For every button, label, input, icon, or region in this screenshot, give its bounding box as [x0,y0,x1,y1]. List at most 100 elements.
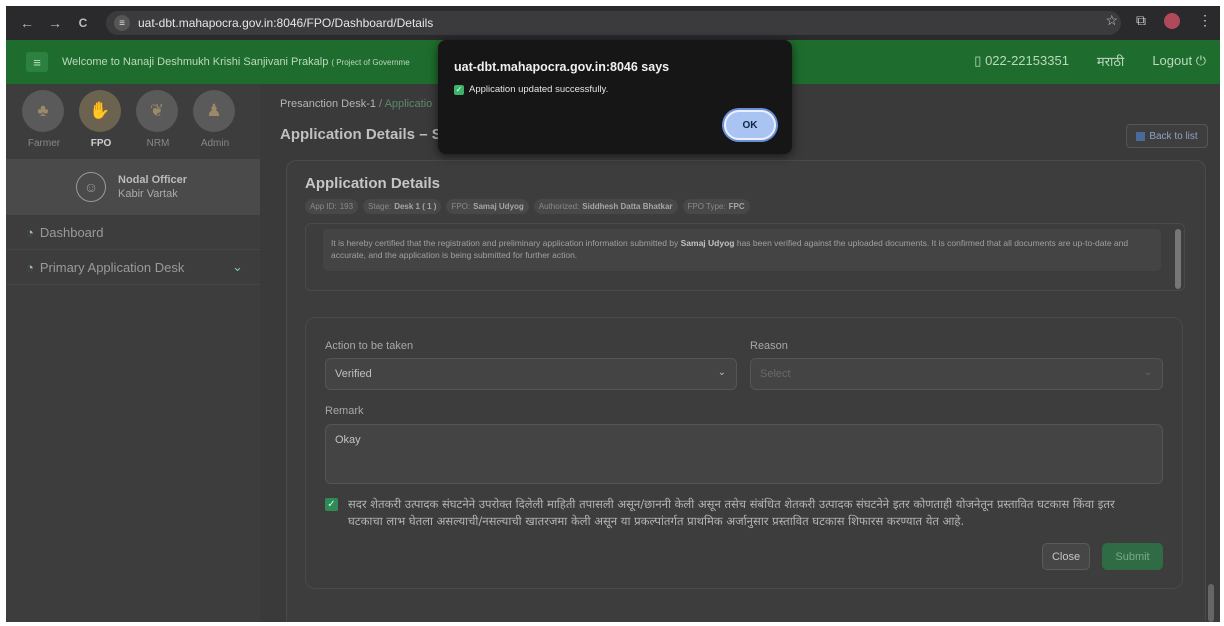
role-fpo[interactable]: ✋ FPO [79,90,123,149]
action-form: Action to be taken Reason Verified ⌄ Sele… [305,317,1183,589]
user-panel: ☺ Nodal Officer Kabir Vartak [6,159,260,215]
sidebar: ♣ Farmer ✋ FPO ❦ NRM ♟ Admin ☺ Nodal Officer… [6,84,260,622]
welcome-label: Welcome to Nanaji Deshmukh Krishi Sanjiv… [62,56,329,68]
breadcrumb-current: Applicatio [384,98,433,110]
chip-label: App ID: [310,202,337,211]
checkmark-icon: ✓ [454,84,464,95]
role-nrm[interactable]: ❦ NRM [136,90,180,149]
close-button[interactable]: Close [1042,543,1090,570]
fpo-icon: ✋ [79,90,121,132]
application-details-card: Application Details App ID: 193 Stage: Des… [286,160,1206,622]
dialog-message-text: Application updated successfully. [469,84,609,95]
back-to-list-label: Back to list [1149,130,1198,142]
welcome-subtitle: ( Project of Governme [331,58,410,67]
browser-toolbar: ← → C ≡ uat-dbt.mahapocra.gov.in:8046/FP… [6,6,1220,40]
breadcrumb-desk[interactable]: Presanction Desk-1 [280,98,376,110]
chevron-down-icon: ⌄ [1143,367,1152,378]
chip-fpo-type: FPO Type: FPC [682,199,750,214]
language-toggle[interactable]: मराठी [1097,52,1124,70]
role-label: Admin [200,138,230,149]
certification-scrollbar[interactable] [1175,229,1181,289]
profile-avatar-icon[interactable] [1164,12,1180,29]
chevron-down-icon: ⌄ [717,367,726,378]
role-label: Farmer [27,138,61,149]
role-label: NRM [146,138,170,149]
user-role: Nodal Officer [118,174,188,186]
sidebar-item-primary-application-desk[interactable]: ◔ Primary Application Desk ⌄ [6,250,260,285]
chip-fpo: FPO: Samaj Udyog [446,199,529,214]
page-scrollbar[interactable] [1208,584,1214,622]
main-content: Presanction Desk-1 / Applicatio Applicat… [260,84,1220,622]
dialog-title: uat-dbt.mahapocra.gov.in:8046 says [454,60,670,74]
ok-button[interactable]: OK [724,110,776,140]
sidebar-item-label: Dashboard [39,224,104,240]
dialog-message: ✓ Application updated successfully. [454,84,608,95]
logout-label: Logout [1152,53,1193,68]
welcome-text: Welcome to Nanaji Deshmukh Krishi Sanjiv… [62,56,410,68]
hamburger-menu-icon[interactable]: ≡ [26,52,48,72]
action-label: Action to be taken [325,340,414,352]
detail-chips: App ID: 193 Stage: Desk 1 ( 1 ) FPO: Samaj … [305,199,750,214]
farmer-icon: ♣ [22,90,64,132]
submit-button[interactable]: Submit [1102,543,1163,570]
certification-text: It is hereby certified that the registra… [323,229,1161,271]
alert-dialog: uat-dbt.mahapocra.gov.in:8046 says ✓ App… [438,40,792,154]
phone-number: 022-22153351 [985,53,1069,68]
extensions-icon[interactable]: ⧉ [1136,12,1146,29]
chip-app-id: App ID: 193 [305,199,359,214]
chip-authorized: Authorized: Siddhesh Datta Bhatkar [533,199,678,214]
browser-window: ← → C ≡ uat-dbt.mahapocra.gov.in:8046/FP… [6,6,1220,622]
chip-value: FPC [728,202,745,211]
user-name: Kabir Vartak [118,188,178,200]
back-to-list-button[interactable]: Back to list [1126,124,1208,148]
chip-label: FPO: [451,202,471,211]
cert-fpo-name: Samaj Udyog [680,238,735,248]
nrm-icon: ❦ [136,90,178,132]
chip-value: Desk 1 ( 1 ) [394,202,437,211]
browser-menu-icon[interactable]: ⋮ [1198,12,1212,29]
chip-label: Stage: [368,202,392,211]
chip-label: FPO Type: [687,202,726,211]
role-switcher: ♣ Farmer ✋ FPO ❦ NRM ♟ Admin [6,84,260,149]
chip-label: Authorized: [538,202,580,211]
chip-value: 193 [339,202,354,211]
list-icon [1136,131,1146,141]
user-avatar-icon: ☺ [76,172,106,202]
logout-button[interactable]: Logout ⏻ [1152,53,1206,69]
role-admin[interactable]: ♟ Admin [193,90,237,149]
breadcrumb-separator: / [376,98,385,110]
gauge-icon: ◔ [26,259,34,275]
action-select-value: Verified [335,368,372,380]
sidebar-item-label: Primary Application Desk [39,259,185,275]
chip-value: Samaj Udyog [473,202,524,211]
remark-label: Remark [325,405,364,417]
role-farmer[interactable]: ♣ Farmer [22,90,66,149]
breadcrumb: Presanction Desk-1 / Applicatio [280,98,432,110]
bookmark-star-icon[interactable]: ☆ [1105,12,1118,29]
cert-text-pre: It is hereby certified that the registra… [331,238,681,248]
reload-icon[interactable]: C [72,16,94,30]
reason-select-placeholder: Select [760,368,791,380]
url-text: uat-dbt.mahapocra.gov.in:8046/FPO/Dashbo… [138,16,434,30]
power-icon: ⏻ [1195,53,1206,68]
forward-icon[interactable]: → [44,15,66,31]
action-select[interactable]: Verified ⌄ [325,358,737,390]
role-label: FPO [90,138,112,149]
declaration-text: सदर शेतकरी उत्पादक संघटनेने उपरोक्त दिले… [348,497,1115,528]
phone-contact: ▯ 022-22153351 [974,53,1069,69]
reason-select[interactable]: Select ⌄ [750,358,1163,390]
chip-stage: Stage: Desk 1 ( 1 ) [363,199,442,214]
declaration-checkbox[interactable]: ✓ [325,498,338,511]
chevron-down-icon: ⌄ [232,259,243,274]
phone-icon: ▯ [974,53,982,68]
page-title: Application Details – Sar [280,126,456,143]
sidebar-item-dashboard[interactable]: ◔ Dashboard [6,215,260,250]
site-settings-icon[interactable]: ≡ [114,15,130,31]
gauge-icon: ◔ [26,224,34,240]
remark-textarea[interactable]: Okay [325,424,1163,484]
back-icon[interactable]: ← [16,15,38,31]
reason-label: Reason [750,340,788,352]
address-bar[interactable]: ≡ uat-dbt.mahapocra.gov.in:8046/FPO/Dash… [106,11,1121,35]
card-title: Application Details [305,175,441,192]
admin-icon: ♟ [193,90,235,132]
